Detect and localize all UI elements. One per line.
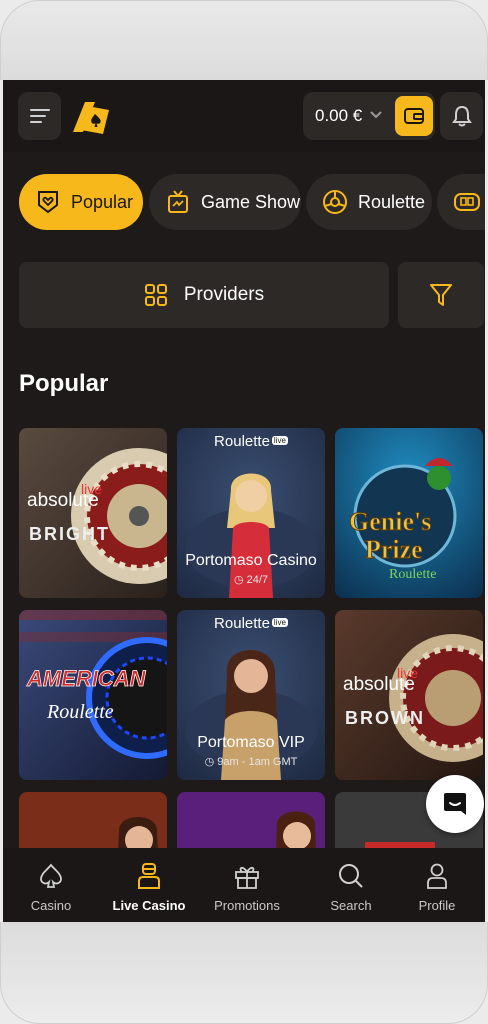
notifications-button[interactable]	[440, 92, 483, 140]
game-tile-absolute-bright[interactable]: absolute live BRIGHT	[19, 428, 167, 598]
nav-label: Promotions	[214, 898, 280, 913]
spade-icon	[35, 860, 67, 892]
balance-amount: 0.00 €	[315, 106, 363, 125]
search-icon	[335, 860, 367, 892]
gift-icon	[231, 860, 263, 892]
svg-text:live: live	[81, 481, 102, 497]
nav-label: Search	[330, 898, 372, 913]
chip-label: Roulette	[358, 191, 426, 212]
game-hours: ◷ 9am - 1am GMT	[204, 756, 298, 768]
nav-profile[interactable]: Profile	[389, 848, 485, 922]
nav-search[interactable]: Search	[303, 848, 399, 922]
svg-text:AMERICAN: AMERICAN	[26, 666, 147, 691]
nav-casino[interactable]: Casino	[3, 848, 99, 922]
device-frame-top	[0, 0, 488, 80]
grid-icon	[144, 284, 167, 306]
game-tile-genies-prize[interactable]: Genie's Prize Roulette	[335, 428, 483, 598]
nav-label: Live Casino	[112, 898, 186, 913]
wallet-button[interactable]	[395, 96, 433, 136]
game-tile-portomaso-casino[interactable]: Roulette live Portomaso Casino ◷ 24/7	[177, 428, 325, 598]
game-artwork: absolute live BROWN	[335, 610, 483, 780]
chip-label: Game Show	[201, 191, 301, 212]
dealer-icon	[133, 860, 165, 892]
filter-icon	[430, 284, 452, 306]
chat-button[interactable]	[426, 775, 484, 833]
brand-logo[interactable]	[69, 96, 113, 136]
balance-selector[interactable]: 0.00 €	[303, 92, 435, 140]
section-title: Popular	[19, 370, 109, 397]
chat-icon	[444, 793, 466, 815]
roulette-wheel-icon	[322, 188, 348, 216]
game-title: Portomaso Casino	[185, 552, 317, 569]
cards-icon	[453, 188, 481, 216]
chip-popular[interactable]: Popular	[19, 174, 143, 230]
game-title: Portomaso VIP	[197, 734, 305, 751]
game-tile-absolute-brown[interactable]: absolute live BROWN	[335, 610, 483, 780]
svg-text:Prize: Prize	[365, 535, 423, 564]
bottom-navigation: Casino Live Casino Promotions Search Pro…	[3, 848, 485, 922]
svg-text:Roulette: Roulette	[46, 701, 114, 723]
bell-icon	[451, 105, 472, 127]
svg-text:BROWN: BROWN	[345, 708, 425, 728]
providers-label: Providers	[183, 284, 265, 305]
game-tile-american-roulette[interactable]: AMERICAN Roulette	[19, 610, 167, 780]
chip-cards[interactable]	[437, 174, 485, 230]
svg-text:Genie's: Genie's	[349, 507, 431, 536]
providers-button[interactable]: Providers	[19, 262, 389, 328]
svg-text:live: live	[397, 665, 418, 681]
top-header: 0.00 €	[3, 80, 485, 152]
nav-live-casino[interactable]: Live Casino	[101, 848, 197, 922]
menu-button[interactable]	[18, 92, 61, 140]
nav-label: Profile	[418, 898, 456, 913]
chevron-down-icon	[370, 111, 382, 119]
hamburger-menu-icon	[29, 109, 50, 123]
user-icon	[421, 860, 453, 892]
game-tile-portomaso-vip[interactable]: Roulette live Portomaso VIP ◷ 9am - 1am G…	[177, 610, 325, 780]
filter-button[interactable]	[398, 262, 484, 328]
svg-text:BRIGHT: BRIGHT	[29, 524, 110, 544]
app-screen: 0.00 € Popular Game Show Roulette Provid…	[3, 80, 485, 922]
chip-game-show[interactable]: Game Show	[149, 174, 301, 230]
chip-label: Popular	[71, 191, 134, 212]
nav-label: Casino	[30, 898, 72, 913]
device-frame-bottom	[0, 922, 488, 1024]
tv-icon	[165, 188, 191, 216]
wallet-icon	[404, 108, 424, 124]
game-brand: Roulette live	[214, 615, 288, 632]
game-artwork: Genie's Prize Roulette	[335, 428, 483, 598]
chip-roulette[interactable]: Roulette	[306, 174, 432, 230]
game-artwork: absolute live BRIGHT	[19, 428, 167, 598]
nav-promotions[interactable]: Promotions	[199, 848, 295, 922]
game-hours: ◷ 24/7	[233, 574, 269, 586]
game-artwork: AMERICAN Roulette	[19, 610, 167, 780]
category-chips: Popular Game Show Roulette	[19, 174, 485, 230]
heart-shield-icon	[35, 188, 61, 216]
svg-text:Roulette: Roulette	[389, 567, 436, 582]
game-brand: Roulette live	[214, 433, 288, 450]
